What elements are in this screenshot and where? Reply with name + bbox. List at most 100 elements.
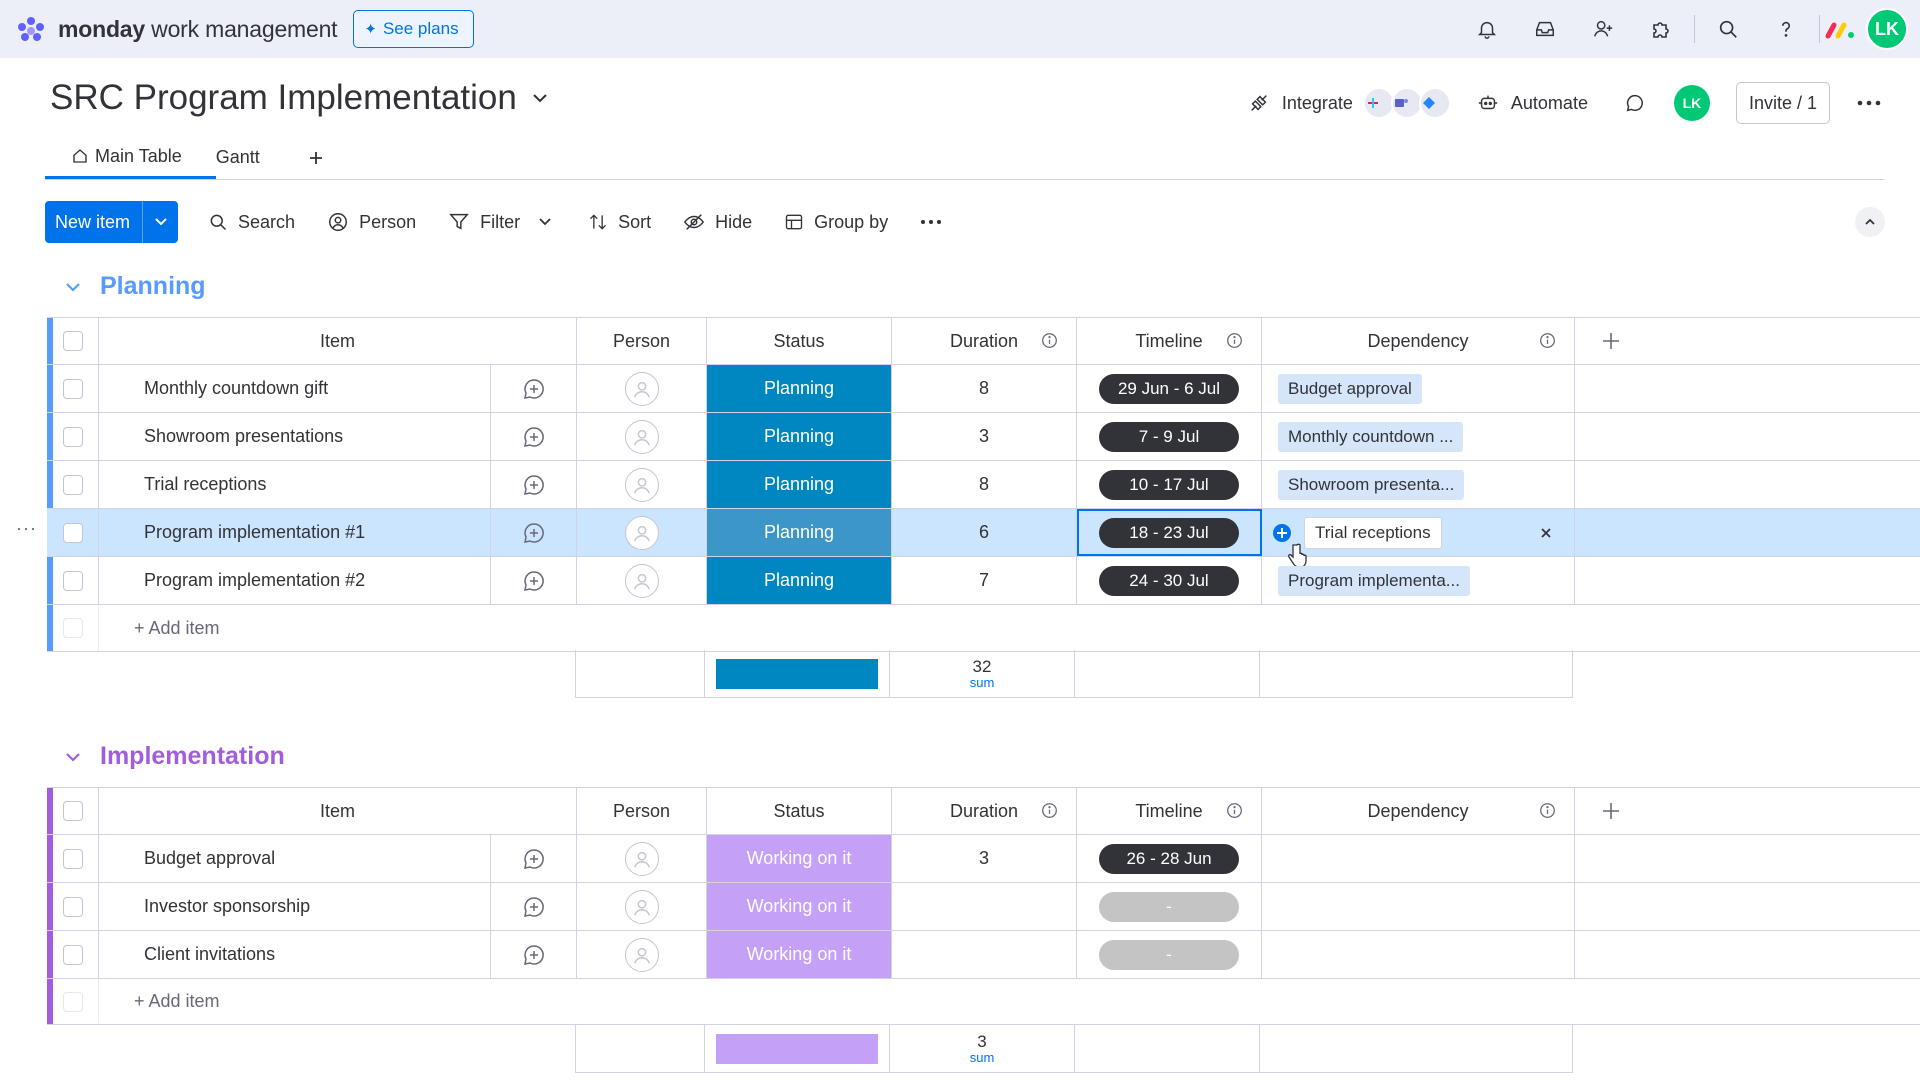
status-cell[interactable]: Planning [707,509,892,556]
duration-cell[interactable] [892,931,1077,978]
timeline-cell[interactable]: - [1077,931,1262,978]
timeline-cell[interactable]: - [1077,883,1262,930]
dependency-cell[interactable] [1262,835,1575,882]
column-header-timeline[interactable]: Timeline [1077,788,1262,834]
info-icon[interactable] [1226,332,1243,349]
more-options-button[interactable] [1856,99,1882,107]
row-checkbox[interactable] [47,509,99,556]
table-row[interactable]: Showroom presentations Planning 3 7 - 9 … [47,413,1920,461]
new-item-dropdown[interactable] [142,201,178,243]
search-icon[interactable] [1699,0,1757,58]
duration-summary[interactable]: 3 sum [890,1025,1075,1072]
row-checkbox[interactable] [47,557,99,604]
add-dependency-icon[interactable] [1272,523,1292,543]
invite-button[interactable]: Invite / 1 [1735,82,1830,124]
person-cell[interactable] [577,365,707,412]
column-header-status[interactable]: Status [707,788,892,834]
toolbar-more-button[interactable] [920,219,942,225]
table-row[interactable]: Investor sponsorship Working on it - [47,883,1920,931]
close-icon[interactable] [1540,527,1552,539]
dependency-chip[interactable]: Budget approval [1278,373,1422,404]
item-name-cell[interactable]: Showroom presentations [99,413,491,460]
item-name-cell[interactable]: Program implementation #2 [99,557,491,604]
item-name-cell[interactable]: Monthly countdown gift [99,365,491,412]
table-row-selected[interactable]: Program implementation #1 Planning 6 18 … [47,509,1920,568]
column-header-person[interactable]: Person [577,788,707,834]
board-member-avatar[interactable]: LK [1673,85,1710,121]
dependency-chip[interactable]: Monthly countdown ... [1278,421,1464,452]
dependency-chip[interactable]: Trial receptions [1304,516,1442,549]
hide-button[interactable]: Hide [683,211,752,233]
board-updates-button[interactable] [1624,92,1646,114]
table-row[interactable]: Budget approval Working on it 3 26 - 28 … [47,835,1920,883]
add-column-button[interactable] [1575,318,1920,364]
automate-button[interactable]: Automate [1477,92,1588,114]
item-name-cell[interactable]: Trial receptions [99,461,491,508]
dependency-chip[interactable]: Program implementa... [1278,565,1470,596]
person-cell[interactable] [577,509,707,556]
notifications-bell-icon[interactable] [1458,0,1516,58]
duration-cell[interactable]: 6 [892,509,1077,556]
column-header-duration[interactable]: Duration [892,318,1077,364]
invite-members-icon[interactable] [1574,0,1632,58]
info-icon[interactable] [1226,802,1243,819]
user-avatar[interactable]: LK [1866,8,1908,50]
duration-cell[interactable]: 3 [892,413,1077,460]
row-checkbox[interactable] [47,413,99,460]
tab-main-table[interactable]: Main Table [45,136,216,179]
info-icon[interactable] [1539,802,1556,819]
person-cell[interactable] [577,835,707,882]
add-update-button[interactable] [491,883,577,930]
status-cell[interactable]: Working on it [707,931,892,978]
info-icon[interactable] [1041,802,1058,819]
add-update-button[interactable] [491,835,577,882]
add-update-button[interactable] [491,931,577,978]
column-header-item[interactable]: Item [99,788,577,834]
column-header-dependency[interactable]: Dependency [1262,788,1575,834]
dependency-cell[interactable]: Monthly countdown ... [1262,413,1575,460]
inbox-icon[interactable] [1516,0,1574,58]
dependency-cell-editing[interactable]: Trial receptions [1262,509,1575,568]
add-update-button[interactable] [491,365,577,412]
dependency-cell[interactable]: Showroom presenta... [1262,461,1575,508]
person-cell[interactable] [577,931,707,978]
duration-cell[interactable] [892,883,1077,930]
column-header-duration[interactable]: Duration [892,788,1077,834]
row-checkbox[interactable] [47,883,99,930]
person-filter-button[interactable]: Person [327,211,416,233]
dependency-cell[interactable] [1262,931,1575,978]
row-options-icon[interactable]: ··· [16,518,37,539]
select-all-checkbox[interactable] [47,788,99,834]
person-cell[interactable] [577,461,707,508]
row-checkbox[interactable] [47,835,99,882]
integrate-button[interactable]: Integrate [1248,87,1451,119]
add-item-row[interactable]: + Add item [47,605,1920,652]
dependency-cell[interactable]: Program implementa... [1262,557,1575,604]
add-update-button[interactable] [491,461,577,508]
status-cell[interactable]: Working on it [707,883,892,930]
column-header-status[interactable]: Status [707,318,892,364]
status-cell[interactable]: Planning [707,557,892,604]
table-row[interactable]: Program implementation #2 Planning 7 24 … [47,557,1920,605]
select-all-checkbox[interactable] [47,318,99,364]
duration-cell[interactable]: 3 [892,835,1077,882]
group-title-planning[interactable]: Planning [64,272,206,301]
monday-logo[interactable]: monday work management [14,14,338,44]
item-name-cell[interactable]: Investor sponsorship [99,883,491,930]
duration-cell[interactable]: 8 [892,461,1077,508]
timeline-cell[interactable]: 7 - 9 Jul [1077,413,1262,460]
duration-cell[interactable]: 7 [892,557,1077,604]
search-button[interactable]: Search [208,212,295,233]
item-name-cell[interactable]: Client invitations [99,931,491,978]
add-item-input[interactable]: + Add item [99,979,1501,1024]
add-update-button[interactable] [491,557,577,604]
collapse-header-button[interactable] [1855,207,1885,237]
item-name-cell[interactable]: Budget approval [99,835,491,882]
monday-products-icon[interactable] [1824,19,1858,39]
tab-gantt[interactable]: Gantt [216,136,294,179]
add-update-button[interactable] [491,509,577,556]
help-icon[interactable] [1757,0,1815,58]
table-row[interactable]: Client invitations Working on it - [47,931,1920,979]
row-checkbox[interactable] [47,461,99,508]
duration-cell[interactable]: 8 [892,365,1077,412]
